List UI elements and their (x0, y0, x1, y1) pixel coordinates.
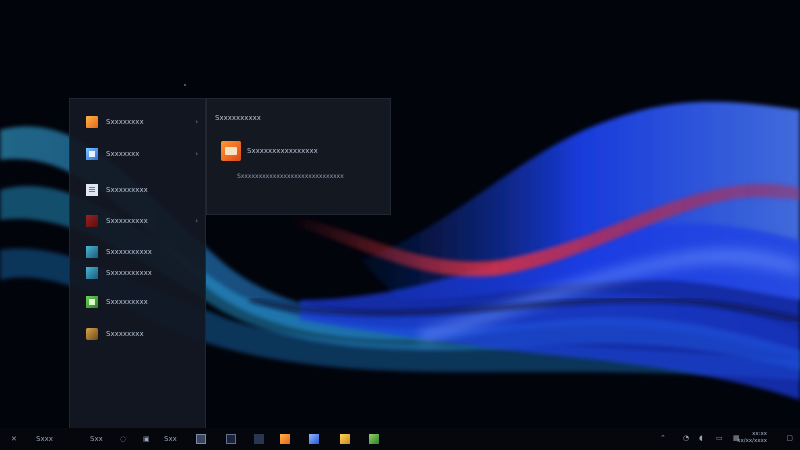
chevron-right-icon: › (195, 118, 198, 126)
orange-app-icon (86, 116, 98, 128)
settings-icon (196, 434, 206, 444)
blue-app-icon (309, 434, 319, 444)
green-app-icon (86, 296, 98, 308)
taskbar-item-3[interactable]: ▣ (143, 433, 150, 445)
start-menu-item-1[interactable]: Sxxxxxxxx › (70, 109, 207, 135)
blue-app-icon (86, 148, 98, 160)
taskbar-app-settings[interactable] (196, 433, 206, 445)
flyout-description: Sxxxxxxxxxxxxxxxxxxxxxxxxxxxxx (237, 173, 344, 180)
taskbar-app-orange[interactable] (280, 433, 290, 445)
start-menu-item-label: Sxxxxxxxx (106, 118, 144, 126)
start-menu-item-6[interactable]: Sxxxxxxxxxx (70, 260, 207, 286)
document-icon (86, 184, 98, 196)
network-icon[interactable]: ◔ (683, 434, 689, 442)
start-menu-item-2[interactable]: Sxxxxxxx › (70, 141, 207, 167)
teal-app-icon (86, 246, 98, 258)
start-menu-item-label: Sxxxxxxxx (106, 330, 144, 338)
system-clock[interactable]: xx:xx xx/xx/xxxx (737, 431, 767, 445)
taskbar: ✕ Sxxx Sxx ◌ ▣ Sxx ⌃ ◔ ◖ ▭ ▦ xx:xx xx/xx… (0, 428, 800, 450)
store-icon (254, 434, 264, 444)
flyout-title: Sxxxxxxxxxx (215, 114, 261, 122)
clock-date: xx/xx/xxxx (737, 438, 767, 444)
yellow-app-icon (340, 434, 350, 444)
battery-icon[interactable]: ▭ (716, 434, 723, 442)
taskbar-item-1[interactable]: Sxx (90, 433, 103, 445)
taskbar-item-4[interactable]: Sxx (164, 433, 177, 445)
clock-time: xx:xx (752, 431, 767, 437)
red-app-icon (86, 215, 98, 227)
volume-icon[interactable]: ◖ (699, 434, 703, 442)
taskbar-app-yellow[interactable] (340, 433, 350, 445)
chevron-up-icon[interactable]: ⌃ (660, 434, 666, 442)
start-menu-app-list: Sxxxxxxxx › Sxxxxxxx › Sxxxxxxxxx Sxxxxx… (69, 98, 206, 430)
flyout-app-entry[interactable]: Sxxxxxxxxxxxxxxxx (221, 141, 318, 161)
taskbar-app-blue[interactable] (309, 433, 319, 445)
start-menu-flyout: Sxxxxxxxxxx Sxxxxxxxxxxxxxxxx Sxxxxxxxxx… (206, 98, 391, 215)
start-menu-item-label: Sxxxxxxxxx (106, 217, 148, 225)
start-button[interactable]: ✕ (11, 433, 17, 445)
taskbar-item-2[interactable]: ◌ (120, 433, 126, 445)
terminal-icon (226, 434, 236, 444)
chevron-right-icon: › (195, 217, 198, 225)
chevron-right-icon: › (195, 150, 198, 158)
start-menu-item-4[interactable]: Sxxxxxxxxx › (70, 208, 207, 234)
search-button[interactable]: Sxxx (36, 433, 53, 445)
start-menu-item-label: Sxxxxxxxxx (106, 186, 148, 194)
start-menu-item-label: Sxxxxxxxxx (106, 298, 148, 306)
green-app-icon (369, 434, 379, 444)
start-menu-item-7[interactable]: Sxxxxxxxxx (70, 289, 207, 315)
media-app-icon (86, 267, 98, 279)
taskbar-app-green[interactable] (369, 433, 379, 445)
taskbar-app-terminal[interactable] (226, 433, 236, 445)
orange-app-icon (280, 434, 290, 444)
notification-icon[interactable]: ▢ (786, 434, 793, 442)
app-icon (221, 141, 241, 161)
flyout-app-label: Sxxxxxxxxxxxxxxxx (247, 147, 318, 155)
tool-app-icon (86, 328, 98, 340)
start-menu-item-label: Sxxxxxxx (106, 150, 140, 158)
start-menu-item-3[interactable]: Sxxxxxxxxx (70, 177, 207, 203)
start-menu-item-label: Sxxxxxxxxxx (106, 248, 152, 256)
decorative-dot (184, 84, 186, 86)
start-menu-item-8[interactable]: Sxxxxxxxx (70, 321, 207, 347)
taskbar-app-store[interactable] (254, 433, 264, 445)
start-menu-item-label: Sxxxxxxxxxx (106, 269, 152, 277)
